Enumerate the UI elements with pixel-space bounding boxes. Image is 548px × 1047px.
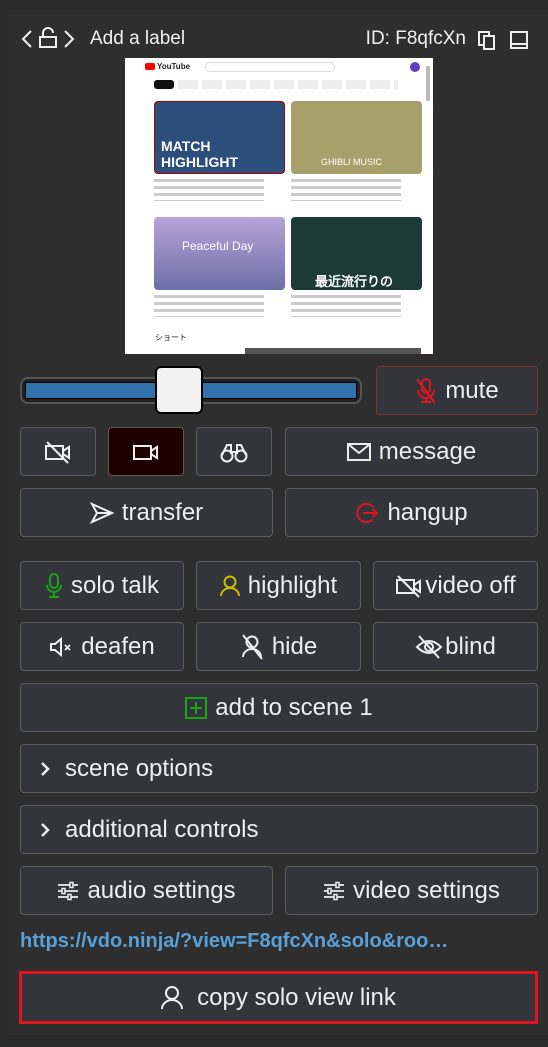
solo-talk-label: solo talk [70,571,160,599]
video-settings-button[interactable]: video settings [285,866,538,915]
youtube-logo: YouTube [157,62,191,71]
audio-settings-button[interactable]: audio settings [20,866,273,915]
shorts-strip [245,348,421,354]
avatar [410,62,420,72]
hangup-label: hangup [387,498,468,526]
chevron-right-icon[interactable] [62,29,76,49]
audio-settings-label: audio settings [87,876,236,904]
copy-icon[interactable] [477,30,497,50]
camera-button[interactable] [108,427,184,476]
label-field[interactable]: Add a label [90,28,185,50]
hangup-button[interactable]: hangup [285,488,538,537]
video-preview[interactable]: YouTube MATCH HIGHLIGHT GHIBLI MUSIC Pea… [125,58,433,354]
scene-options-label: scene options [65,754,214,782]
thumbnail: 最近流行りの [291,217,422,290]
plus-square-icon [185,696,208,719]
message-label: message [378,437,477,465]
mute-button[interactable]: mute [376,366,538,415]
sliders-icon [58,881,79,900]
chevron-left-icon[interactable] [20,29,34,49]
message-button[interactable]: message [285,427,538,476]
video-meta [154,295,264,317]
envelope-icon [346,442,371,461]
eye-off-icon [415,634,443,659]
thumbnail: Peaceful Day [154,217,285,290]
user-icon [161,985,184,1009]
lock-open-icon[interactable] [38,27,58,49]
video-off-button[interactable]: video off [373,561,538,610]
scene-options-toggle[interactable]: scene options [20,744,538,793]
binoculars-icon [220,443,248,462]
volume-slider-handle[interactable] [155,366,204,414]
mic-muted-icon [416,377,437,404]
chevron-right-icon [41,822,50,837]
highlight-button[interactable]: highlight [196,561,361,610]
solo-talk-button[interactable]: solo talk [20,561,184,610]
transfer-label: transfer [121,498,204,526]
copy-solo-view-link-button[interactable]: copy solo view link [19,971,538,1024]
video-camera-icon [133,444,158,460]
chip-row [178,80,398,89]
shorts-label: ショート [155,333,187,342]
speaker-muted-icon [50,636,71,657]
chip [154,80,174,89]
video-off-label: video off [425,571,516,599]
transfer-button[interactable]: transfer [20,488,273,537]
add-to-scene-label: add to scene 1 [215,693,373,721]
add-to-scene-button[interactable]: add to scene 1 [20,683,538,732]
deafen-button[interactable]: deafen [20,622,184,671]
youtube-logo-icon [145,63,155,70]
thumbnail: GHIBLI MUSIC [291,101,422,174]
video-off-icon [45,440,70,464]
video-meta [154,179,264,201]
window-icon[interactable] [509,30,529,50]
blind-button[interactable]: blind [373,622,538,671]
user-off-icon [241,633,263,660]
send-icon [89,501,114,524]
solo-view-link[interactable]: https://vdo.ninja/?view=F8qfcXn&solo&roo… [20,930,448,953]
sliders-icon [324,881,345,900]
microphone-icon [45,572,62,598]
video-meta [291,295,401,317]
additional-controls-label: additional controls [65,815,259,843]
exit-icon [356,502,379,523]
user-icon [219,575,240,596]
video-meta [291,179,401,201]
stream-id: ID: F8qfcXn [365,28,466,49]
mute-label: mute [445,376,499,404]
highlight-label: highlight [247,571,338,599]
search-bar [205,62,335,72]
additional-controls-toggle[interactable]: additional controls [20,805,538,854]
deafen-label: deafen [81,632,155,660]
video-settings-label: video settings [353,876,500,904]
spy-button[interactable] [196,427,272,476]
thumbnail: MATCH HIGHLIGHT [154,101,285,174]
copy-solo-label: copy solo view link [197,983,396,1011]
scrollbar [426,66,430,101]
blind-label: blind [445,632,496,660]
camera-off-button[interactable] [20,427,96,476]
chevron-right-icon [41,761,50,776]
hide-label: hide [271,632,318,660]
video-off-icon [396,574,422,598]
hide-button[interactable]: hide [196,622,361,671]
